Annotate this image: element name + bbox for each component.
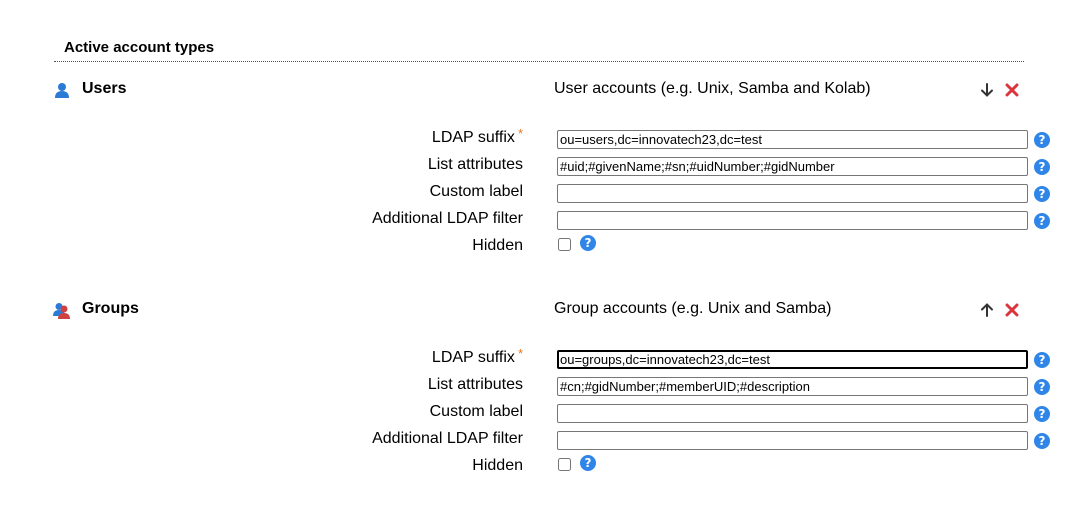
help-icon[interactable]: ? bbox=[1034, 186, 1050, 202]
ldap-suffix-label: LDAP suffix * bbox=[431, 126, 523, 146]
list-attributes-label: List attributes bbox=[427, 376, 523, 393]
custom-label-label: Custom label bbox=[429, 403, 523, 420]
list-attributes-input[interactable] bbox=[557, 377, 1028, 396]
help-icon[interactable]: ? bbox=[1034, 132, 1050, 148]
help-icon[interactable]: ? bbox=[1034, 159, 1050, 175]
delete-icon[interactable] bbox=[1004, 82, 1020, 98]
custom-label-input[interactable] bbox=[557, 404, 1028, 423]
custom-label-input[interactable] bbox=[557, 184, 1028, 203]
help-icon[interactable]: ? bbox=[1034, 406, 1050, 422]
additional-filter-input[interactable] bbox=[557, 431, 1028, 450]
additional-filter-label: Additional LDAP filter bbox=[372, 430, 523, 447]
hidden-checkbox[interactable] bbox=[558, 458, 571, 471]
custom-label-label: Custom label bbox=[429, 183, 523, 200]
help-icon[interactable]: ? bbox=[580, 455, 596, 471]
arrow-down-icon[interactable] bbox=[979, 82, 995, 98]
required-marker: * bbox=[517, 346, 523, 361]
help-icon[interactable]: ? bbox=[1034, 433, 1050, 449]
list-attributes-input[interactable] bbox=[557, 157, 1028, 176]
arrow-up-icon[interactable] bbox=[979, 302, 995, 318]
help-icon[interactable]: ? bbox=[1034, 352, 1050, 368]
account-type-name: Groups bbox=[82, 300, 139, 317]
account-type-description: Group accounts (e.g. Unix and Samba) bbox=[554, 300, 832, 317]
account-type-description: User accounts (e.g. Unix, Samba and Kola… bbox=[554, 80, 871, 97]
account-type-name: Users bbox=[82, 80, 127, 97]
group-icon bbox=[53, 303, 70, 319]
user-icon bbox=[55, 83, 69, 98]
ldap-suffix-input[interactable] bbox=[557, 130, 1028, 149]
account-type-users: Users User accounts (e.g. Unix, Samba an… bbox=[0, 0, 1090, 254]
ldap-suffix-input[interactable] bbox=[557, 350, 1028, 369]
required-marker: * bbox=[517, 126, 523, 141]
list-attributes-label: List attributes bbox=[427, 156, 523, 173]
ldap-suffix-label: LDAP suffix * bbox=[431, 346, 523, 366]
hidden-label: Hidden bbox=[472, 457, 523, 474]
delete-icon[interactable] bbox=[1004, 302, 1020, 318]
help-icon[interactable]: ? bbox=[1034, 379, 1050, 395]
account-type-groups: Groups Group accounts (e.g. Unix and Sam… bbox=[0, 220, 1090, 474]
